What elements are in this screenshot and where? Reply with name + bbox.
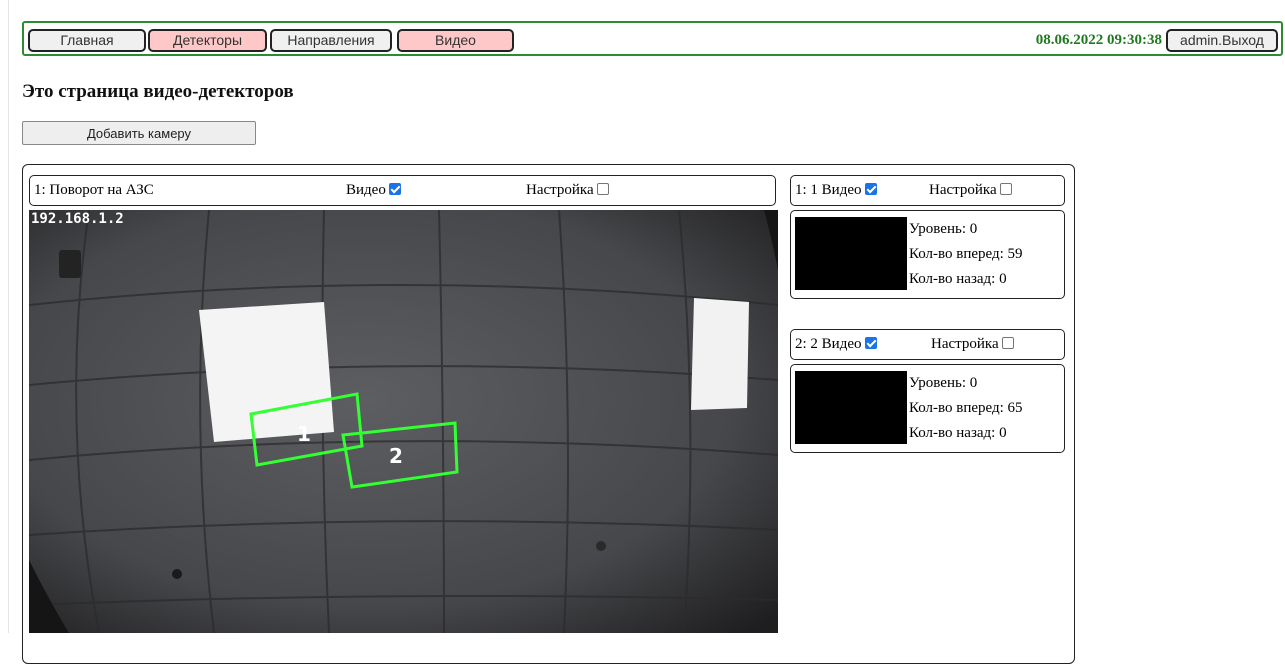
detector-1-thumbnail bbox=[795, 217, 907, 290]
detector-2-header: 2: 2 Видео Настройка bbox=[790, 329, 1065, 360]
detector-2-video-checkbox[interactable] bbox=[864, 337, 877, 349]
page-left-border bbox=[8, 0, 9, 633]
camera-header: 1: Поворот на АЗС Видео Настройка bbox=[29, 175, 776, 206]
detector-1-video-toggle[interactable]: 1: 1 Видео bbox=[795, 176, 877, 205]
detector-1-settings-checkbox[interactable] bbox=[999, 183, 1012, 195]
detector-2-stats: Уровень: 0 Кол-во вперед: 65 Кол-во наза… bbox=[909, 371, 1023, 446]
detector-2-thumbnail bbox=[795, 371, 907, 444]
ceiling-light-left bbox=[199, 302, 334, 442]
detector-1-settings-label: Настройка bbox=[929, 182, 997, 198]
camera-video-feed[interactable]: 192.168.1.2 1 2 bbox=[29, 210, 778, 633]
logout-button[interactable]: admin.Выход bbox=[1166, 29, 1278, 52]
detector-2-video-toggle[interactable]: 2: 2 Видео bbox=[795, 330, 877, 359]
detector-1-forward-count: Кол-во вперед: 59 bbox=[909, 246, 1023, 262]
camera-video-checkbox[interactable] bbox=[388, 183, 401, 195]
nav-directions-button[interactable]: Направления bbox=[270, 29, 392, 52]
zone-label-2: 2 bbox=[389, 444, 403, 468]
detector-2-forward-count: Кол-во вперед: 65 bbox=[909, 400, 1023, 416]
page-title: Это страница видео-детекторов bbox=[22, 81, 294, 102]
ceiling-scene bbox=[29, 210, 778, 633]
nav-home-button[interactable]: Главная bbox=[28, 29, 146, 52]
detector-2-settings-toggle[interactable]: Настройка bbox=[931, 330, 1014, 359]
camera-ip-overlay: 192.168.1.2 bbox=[31, 211, 124, 227]
camera-title: 1: Поворот на АЗС bbox=[34, 182, 154, 198]
detector-2-settings-label: Настройка bbox=[931, 336, 999, 352]
add-camera-button[interactable]: Добавить камеру bbox=[22, 121, 256, 145]
detector-2-level: Уровень: 0 bbox=[909, 375, 978, 391]
detector-2-backward-count: Кол-во назад: 0 bbox=[909, 425, 1007, 441]
camera-settings-toggle[interactable]: Настройка bbox=[526, 176, 609, 205]
current-datetime: 08.06.2022 09:30:38 bbox=[1035, 32, 1162, 48]
camera-video-toggle[interactable]: Видео bbox=[346, 176, 401, 205]
nav-video-button[interactable]: Видео bbox=[397, 29, 514, 52]
camera-settings-label: Настройка bbox=[526, 182, 594, 198]
detector-2-title: 2: 2 Видео bbox=[795, 336, 862, 352]
detector-1-title: 1: 1 Видео bbox=[795, 182, 862, 198]
zone-label-1: 1 bbox=[297, 422, 311, 446]
detector-2-panel: Уровень: 0 Кол-во вперед: 65 Кол-во наза… bbox=[790, 364, 1065, 453]
detector-1-stats: Уровень: 0 Кол-во вперед: 59 Кол-во наза… bbox=[909, 217, 1023, 292]
detector-2-settings-checkbox[interactable] bbox=[1001, 337, 1014, 349]
top-navigation-bar: Главная Детекторы Направления Видео 08.0… bbox=[22, 21, 1283, 56]
detector-1-level: Уровень: 0 bbox=[909, 221, 978, 237]
nav-detectors-button[interactable]: Детекторы bbox=[148, 29, 267, 52]
detector-1-header: 1: 1 Видео Настройка bbox=[790, 175, 1065, 206]
detector-1-settings-toggle[interactable]: Настройка bbox=[929, 176, 1012, 205]
detector-1-backward-count: Кол-во назад: 0 bbox=[909, 271, 1007, 287]
camera-video-label: Видео bbox=[346, 182, 386, 198]
ceiling-light-right bbox=[691, 298, 749, 410]
camera-settings-checkbox[interactable] bbox=[596, 183, 609, 195]
detector-1-video-checkbox[interactable] bbox=[864, 183, 877, 195]
detector-1-panel: Уровень: 0 Кол-во вперед: 59 Кол-во наза… bbox=[790, 210, 1065, 299]
